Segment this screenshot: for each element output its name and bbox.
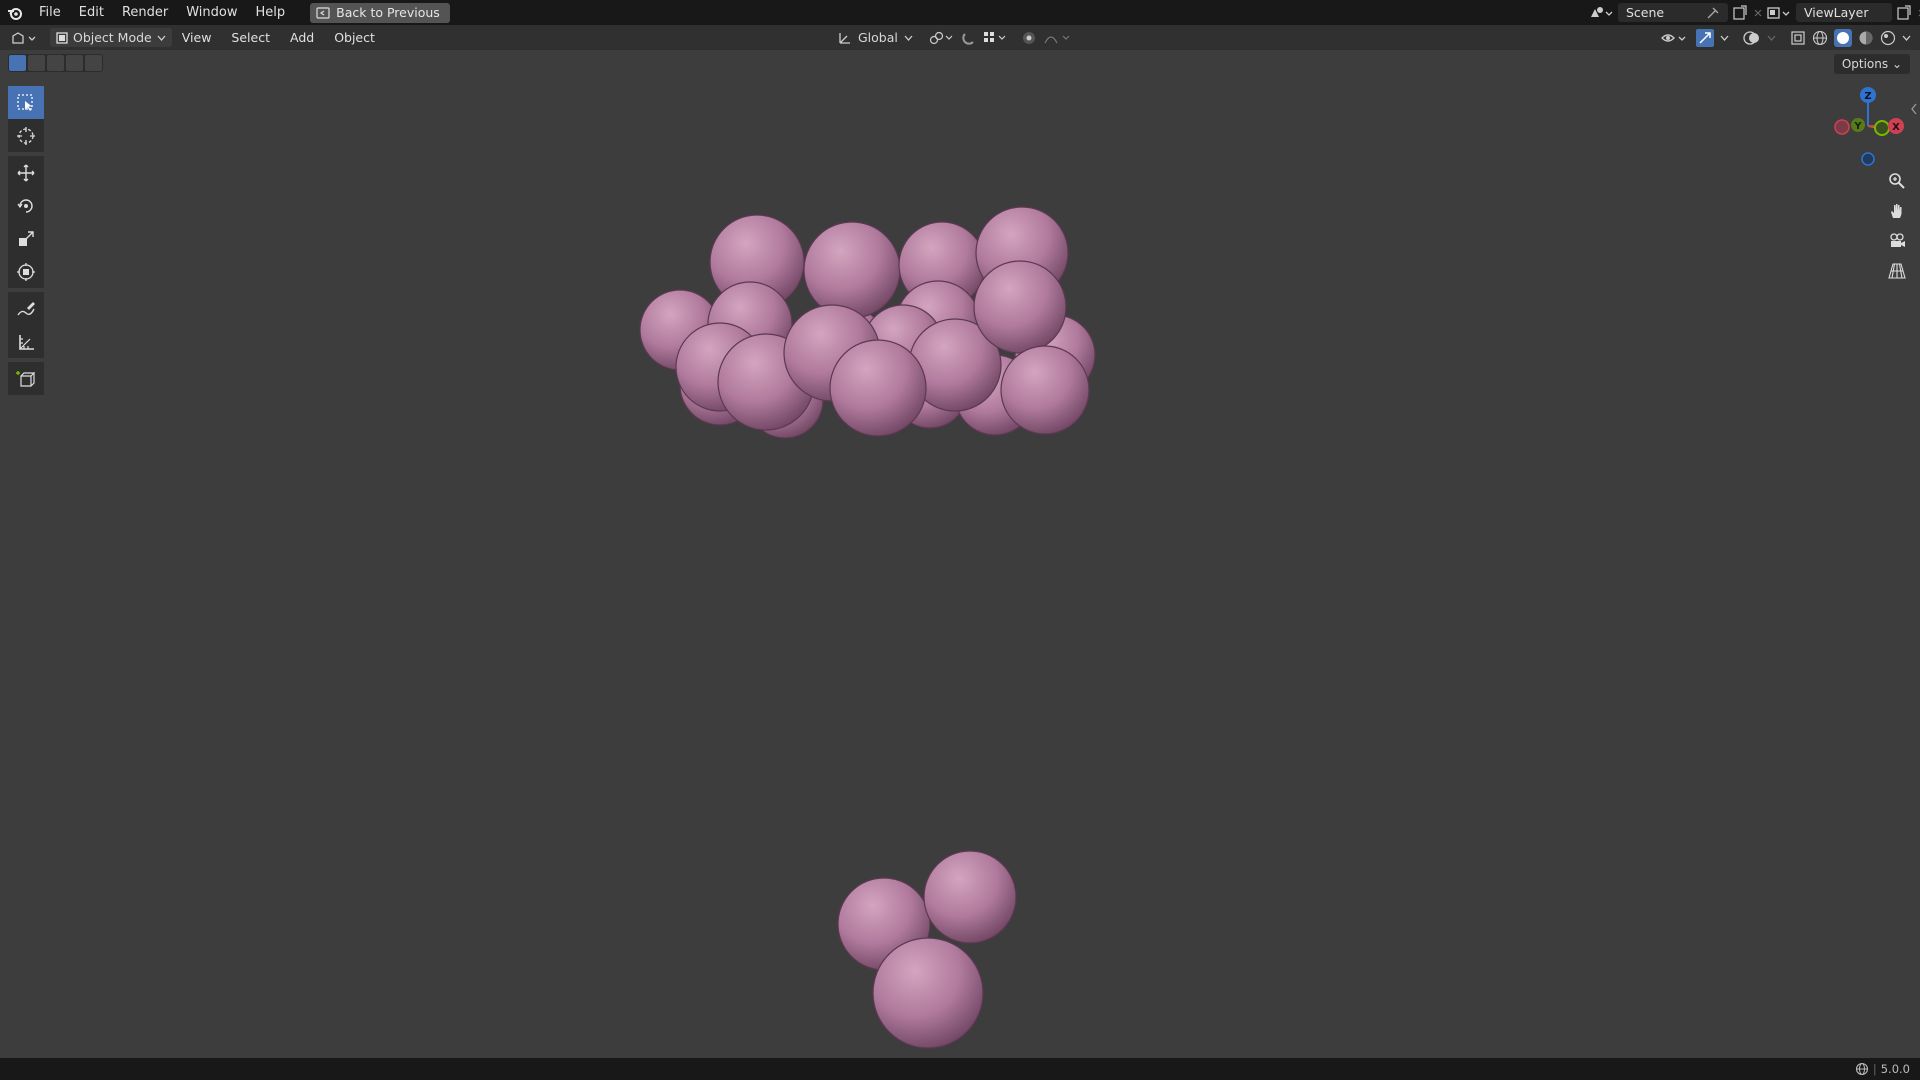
chevron-down-icon [157,35,166,41]
viewlayer-icon[interactable] [1766,5,1792,21]
object-mode-label: Object Mode [73,30,152,45]
pin-icon[interactable] [1706,6,1720,20]
transform-controls: Global [838,25,1073,50]
pivot-point-icon[interactable] [929,31,955,45]
material-preview-shading-icon[interactable] [1858,30,1874,46]
viewlayer-name-field[interactable]: ViewLayer [1796,3,1892,22]
object-mode-icon [56,31,68,44]
menu-help[interactable]: Help [247,0,295,25]
back-to-previous-label: Back to Previous [336,5,440,20]
version-label: 5.0.0 [1880,1062,1910,1076]
rendered-shading-icon[interactable] [1880,30,1896,46]
scene-selector: Scene [1588,0,1764,25]
chevron-down-icon[interactable] [1902,35,1911,41]
wireframe-shading-icon[interactable] [1812,30,1828,46]
proportional-editing-icon[interactable] [1021,30,1037,46]
proportional-falloff-icon[interactable] [1043,31,1073,45]
globe-icon [1855,1062,1868,1076]
viewport-display-controls [1660,25,1911,50]
object-visibility-icon[interactable] [1660,30,1690,46]
sphere[interactable] [923,850,1017,944]
xray-toggle-icon[interactable] [1790,30,1806,46]
transform-orientation-dropdown[interactable]: Global [858,30,898,45]
version-separator: | [1872,1062,1877,1076]
overlays-icon[interactable] [1743,30,1761,46]
back-to-previous-button[interactable]: Back to Previous [310,2,450,23]
menu-render[interactable]: Render [113,0,177,25]
chevron-down-icon [904,35,913,41]
menu-edit[interactable]: Edit [70,0,113,25]
new-scene-icon[interactable] [1732,4,1748,21]
delete-viewlayer-icon[interactable] [1916,7,1920,19]
sphere[interactable] [973,260,1067,354]
menu-object[interactable]: Object [324,30,385,45]
status-bar: | 5.0.0 [0,1058,1920,1080]
sphere-cluster-top[interactable] [639,206,1096,439]
new-viewlayer-icon[interactable] [1896,4,1912,21]
gizmo-toggle-icon[interactable] [1696,28,1714,47]
viewport-canvas[interactable] [0,50,1920,1058]
object-mode-dropdown[interactable]: Object Mode [50,28,172,47]
menu-file[interactable]: File [30,0,70,25]
menu-window[interactable]: Window [177,0,246,25]
version-info: | 5.0.0 [1855,1062,1910,1076]
sphere-cluster-bottom[interactable] [837,850,1017,1049]
blender-logo-icon[interactable] [0,0,30,25]
sphere[interactable] [829,339,927,437]
menu-view[interactable]: View [172,30,222,45]
chevron-down-icon[interactable] [1720,35,1729,41]
menu-select[interactable]: Select [221,30,280,45]
viewlayer-selector: ViewLayer [1766,0,1920,25]
chevron-down-icon[interactable] [1767,35,1776,41]
menu-add[interactable]: Add [280,30,324,45]
snap-target-icon[interactable] [983,31,1009,45]
snap-toggle-icon[interactable] [961,30,977,46]
editor-type-icon[interactable] [10,30,40,46]
delete-scene-icon[interactable] [1752,7,1764,19]
sphere[interactable] [803,221,901,319]
solid-shading-icon[interactable] [1834,28,1852,47]
transform-orientation-icon [839,32,850,44]
sphere[interactable] [1000,345,1090,435]
sphere[interactable] [872,937,984,1049]
scene-icon[interactable] [1588,5,1614,21]
back-icon [316,6,330,19]
